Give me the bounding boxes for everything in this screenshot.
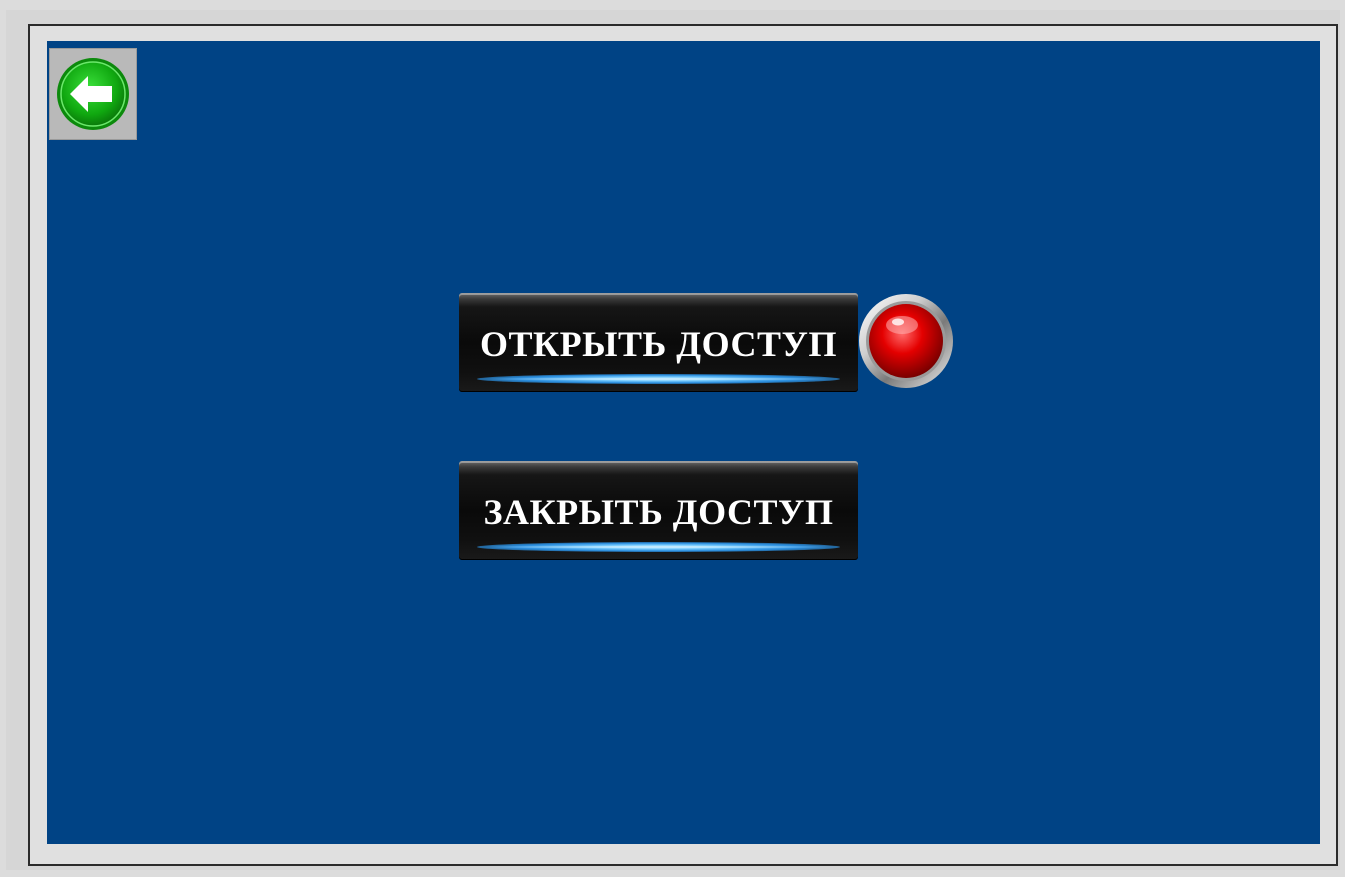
status-indicator-lamp bbox=[858, 291, 955, 391]
open-access-button[interactable]: ОТКРЫТЬ ДОСТУП bbox=[459, 293, 858, 392]
close-access-label: ЗАКРЫТЬ ДОСТУП bbox=[483, 492, 834, 532]
arrow-left-icon bbox=[57, 58, 129, 130]
button-glow-line bbox=[489, 546, 828, 548]
back-button[interactable] bbox=[49, 48, 137, 140]
open-access-label: ОТКРЫТЬ ДОСТУП bbox=[480, 324, 837, 364]
close-access-button[interactable]: ЗАКРЫТЬ ДОСТУП bbox=[459, 461, 858, 560]
button-glow-line bbox=[489, 378, 828, 380]
hmi-screen bbox=[47, 41, 1320, 844]
